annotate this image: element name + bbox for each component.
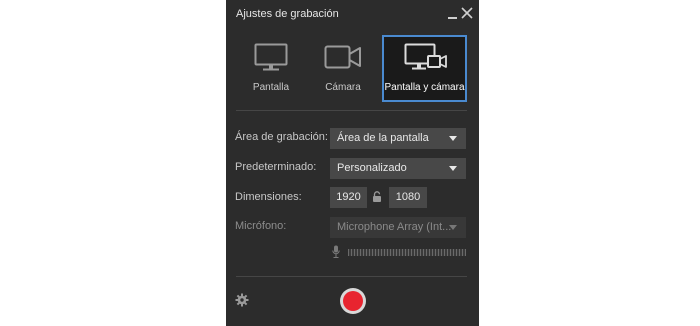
- preset-select[interactable]: Personalizado: [330, 158, 466, 179]
- width-input[interactable]: 1920: [330, 187, 367, 208]
- mode-screen-camera-label: Pantalla y cámara: [384, 82, 465, 93]
- record-button[interactable]: [340, 288, 366, 314]
- monitor-camera-icon: [404, 43, 447, 70]
- title-bar: Ajustes de grabación: [226, 0, 479, 30]
- chevron-down-icon: [449, 166, 457, 171]
- preset-label: Predeterminado:: [235, 161, 317, 173]
- width-value: 1920: [336, 191, 361, 203]
- minimize-button[interactable]: [445, 5, 461, 23]
- audio-level-meter: [348, 249, 466, 256]
- window-title: Ajustes de grabación: [236, 8, 339, 20]
- height-input[interactable]: 1080: [389, 187, 427, 208]
- camera-icon: [324, 45, 361, 69]
- microphone-icon: [332, 245, 340, 258]
- chevron-down-icon: [449, 136, 457, 141]
- preset-value: Personalizado: [337, 162, 407, 174]
- mode-screen-button[interactable]: Pantalla: [236, 35, 306, 102]
- microphone-select: Microphone Array (Int...: [330, 217, 466, 238]
- mode-screen-camera-button[interactable]: Pantalla y cámara: [382, 35, 467, 102]
- mode-camera-label: Cámara: [325, 82, 361, 93]
- lock-icon[interactable]: [372, 191, 382, 203]
- record-icon: [343, 291, 363, 311]
- close-button[interactable]: [460, 5, 476, 23]
- mode-screen-label: Pantalla: [252, 82, 290, 93]
- height-value: 1080: [395, 191, 421, 203]
- monitor-icon: [254, 43, 288, 71]
- close-icon: [461, 7, 473, 19]
- gear-icon[interactable]: [235, 293, 249, 307]
- divider: [236, 276, 467, 277]
- recording-area-value: Área de la pantalla: [337, 132, 429, 144]
- recording-area-select[interactable]: Área de la pantalla: [330, 128, 466, 149]
- divider: [236, 110, 467, 111]
- microphone-value: Microphone Array (Int...: [337, 221, 452, 233]
- recording-settings-panel: Ajustes de grabación Pantalla Cámara Pan…: [226, 0, 479, 326]
- dimensions-label: Dimensiones:: [235, 191, 302, 203]
- minimize-icon: [448, 17, 457, 19]
- recording-area-label: Área de grabación:: [235, 131, 328, 143]
- microphone-label: Micrófono:: [235, 220, 287, 232]
- chevron-down-icon: [449, 225, 457, 230]
- mode-camera-button[interactable]: Cámara: [308, 35, 378, 102]
